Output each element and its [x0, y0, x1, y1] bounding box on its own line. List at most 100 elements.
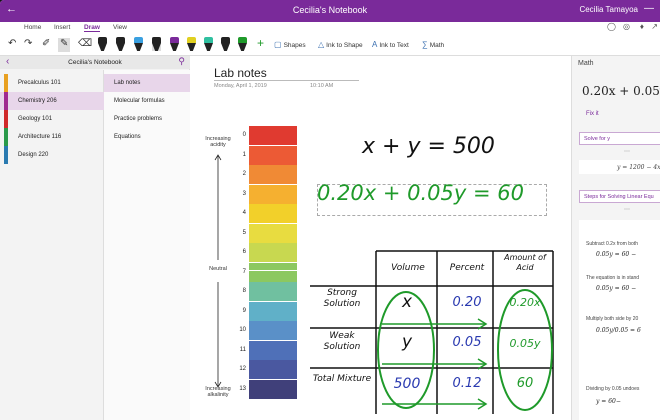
lasso-select-icon[interactable]: ✐ [42, 38, 50, 52]
ph-band-3 [249, 184, 297, 204]
page-equations[interactable]: Equations [104, 128, 190, 146]
page-label: Lab notes [114, 80, 141, 86]
section-design[interactable]: Design 220 [0, 146, 104, 164]
pen-6-icon[interactable] [221, 37, 230, 51]
table-header-percent: Percent [449, 263, 485, 273]
ph-band-2 [249, 165, 297, 184]
ink-to-text-icon: A [372, 40, 378, 49]
ph-band-12 [249, 360, 297, 379]
add-pen-icon[interactable]: + [257, 36, 264, 50]
page-label: Practice problems [114, 116, 163, 122]
cell-strong-amount: 0.20x [509, 296, 541, 309]
location-pin-icon[interactable]: ◎ [623, 22, 630, 31]
redo-icon[interactable]: ↷ [24, 38, 32, 52]
steps-dropdown[interactable]: Steps for Solving Linear Equ [579, 190, 660, 203]
math-pane-title: Math [578, 60, 594, 67]
equation-2[interactable]: 0.20x + 0.05y = 60 [317, 181, 524, 205]
step-1-math: 0.05y = 60 − [596, 251, 637, 258]
type-select-icon[interactable]: ✎ [58, 38, 71, 52]
ink-to-text-button[interactable]: A Ink to Text [372, 40, 409, 49]
page-date: Monday, April 1, 2019 [214, 83, 267, 89]
section-label: Architecture 116 [18, 134, 62, 140]
cell-strong-percent: 0.20 [452, 295, 482, 310]
fix-it-link[interactable]: Fix it [586, 111, 599, 117]
ph-band-8 [249, 282, 297, 301]
cell-weak-amount: 0.05y [509, 337, 541, 350]
ph-band-7 [249, 262, 297, 282]
pen-2-icon[interactable] [116, 37, 125, 51]
user-name[interactable]: Cecilia Tamayoa [579, 5, 638, 14]
row-label-weak: Weak Solution [323, 331, 361, 352]
ph-band-13 [249, 379, 297, 399]
notebook-header: ‹ Cecilia's Notebook ⚲ [0, 56, 190, 69]
ph-arrow [214, 154, 222, 388]
step-1-text: Subtract 0.2x from both [586, 241, 638, 247]
pen-5-icon[interactable] [170, 37, 179, 51]
page-lab-notes[interactable]: Lab notes [104, 74, 190, 92]
ph-band-5 [249, 223, 297, 243]
section-chemistry[interactable]: Chemistry 206 [0, 92, 104, 110]
bell-icon[interactable]: ♦ [640, 22, 644, 31]
row-label-strong: Strong Solution [323, 288, 361, 309]
ink-to-shape-button[interactable]: △ Ink to Shape [318, 40, 363, 49]
pen-3-icon[interactable] [134, 37, 143, 51]
ph-band-9 [249, 301, 297, 321]
section-color-tab [4, 128, 8, 146]
tab-draw[interactable]: Draw [84, 24, 100, 32]
page-molecular-formulas[interactable]: Molecular formulas [104, 92, 190, 110]
ph-level-9: 9 [242, 307, 246, 314]
shapes-icon: ▢ [274, 40, 282, 49]
page-list: Lab notes Molecular formulas Practice pr… [104, 70, 190, 420]
pen-1-icon[interactable] [98, 37, 107, 51]
cell-total-amount: 60 [516, 376, 534, 391]
shapes-label: Shapes [283, 42, 306, 49]
ph-level-0: 0 [242, 132, 246, 138]
onenote-window: ← Cecilia's Notebook Cecilia Tamayoa — H… [0, 0, 660, 420]
undo-icon[interactable]: ↶ [8, 38, 16, 52]
minimize-icon[interactable]: — [644, 3, 654, 14]
table-header-volume: Volume [391, 263, 425, 273]
notebook-pane: ‹ Cecilia's Notebook ⚲ Precalculus 101 C… [0, 56, 190, 420]
ph-level-7: 7 [242, 268, 246, 275]
cell-strong-volume: x [401, 292, 413, 312]
page-title[interactable]: Lab notes [214, 66, 267, 80]
step-4-text: Dividing by 0.05 undoes [586, 386, 640, 392]
window-title: Cecilia's Notebook [292, 5, 368, 15]
step-2-math: 0.05y = 60 − [596, 285, 637, 292]
search-icon[interactable]: ⚲ [178, 56, 185, 67]
ink-to-text-label: Ink to Text [379, 42, 409, 49]
grip-handle-icon[interactable]: ⋯ [624, 148, 630, 155]
tab-home[interactable]: Home [24, 24, 41, 31]
equation-1[interactable]: x + y = 500 [362, 134, 495, 159]
cell-total-volume: 500 [393, 376, 421, 392]
notebook-name[interactable]: Cecilia's Notebook [0, 59, 190, 66]
shapes-button[interactable]: ▢ Shapes [274, 40, 306, 49]
steps-grip-icon[interactable]: ⋯ [624, 206, 630, 213]
tab-view[interactable]: View [113, 24, 127, 31]
draw-toolbar: ↶ ↷ ✐ ✎ ⌫ + ▢ Shapes △ Ink to Shape A Ink t… [0, 35, 660, 56]
neutral-line [245, 270, 299, 271]
ph-band-10 [249, 321, 297, 340]
step-2-text: The equation is in stand [586, 275, 640, 281]
action-dropdown[interactable]: Solve for y [579, 132, 660, 145]
section-architecture[interactable]: Architecture 116 [0, 128, 104, 146]
ph-band-0 [249, 126, 297, 145]
highlighter-yellow-icon[interactable] [187, 37, 196, 51]
page-canvas[interactable]: Lab notes Monday, April 1, 2019 10:10 AM… [190, 56, 571, 420]
share-icon[interactable]: ↗ [651, 22, 658, 31]
solution-result: y = 1200 − 4x [579, 160, 660, 174]
pen-7-icon[interactable] [238, 37, 247, 51]
pen-4-icon[interactable] [152, 37, 161, 51]
ph-level-10: 10 [239, 327, 246, 333]
math-button[interactable]: ∑ Math [422, 40, 444, 49]
page-practice-problems[interactable]: Practice problems [104, 110, 190, 128]
lightbulb-icon[interactable]: ◯ [607, 22, 616, 31]
highlighter-teal-icon[interactable] [204, 37, 213, 51]
eraser-icon[interactable]: ⌫ [78, 38, 92, 52]
tab-insert[interactable]: Insert [54, 24, 70, 31]
section-precalculus[interactable]: Precalculus 101 [0, 74, 104, 92]
math-pane: Math 0.20x + 0.05y Fix it Solve for y ⋯ … [571, 56, 660, 420]
ph-level-1: 1 [242, 151, 246, 158]
section-geology[interactable]: Geology 101 [0, 110, 104, 128]
ph-level-2: 2 [242, 171, 246, 177]
